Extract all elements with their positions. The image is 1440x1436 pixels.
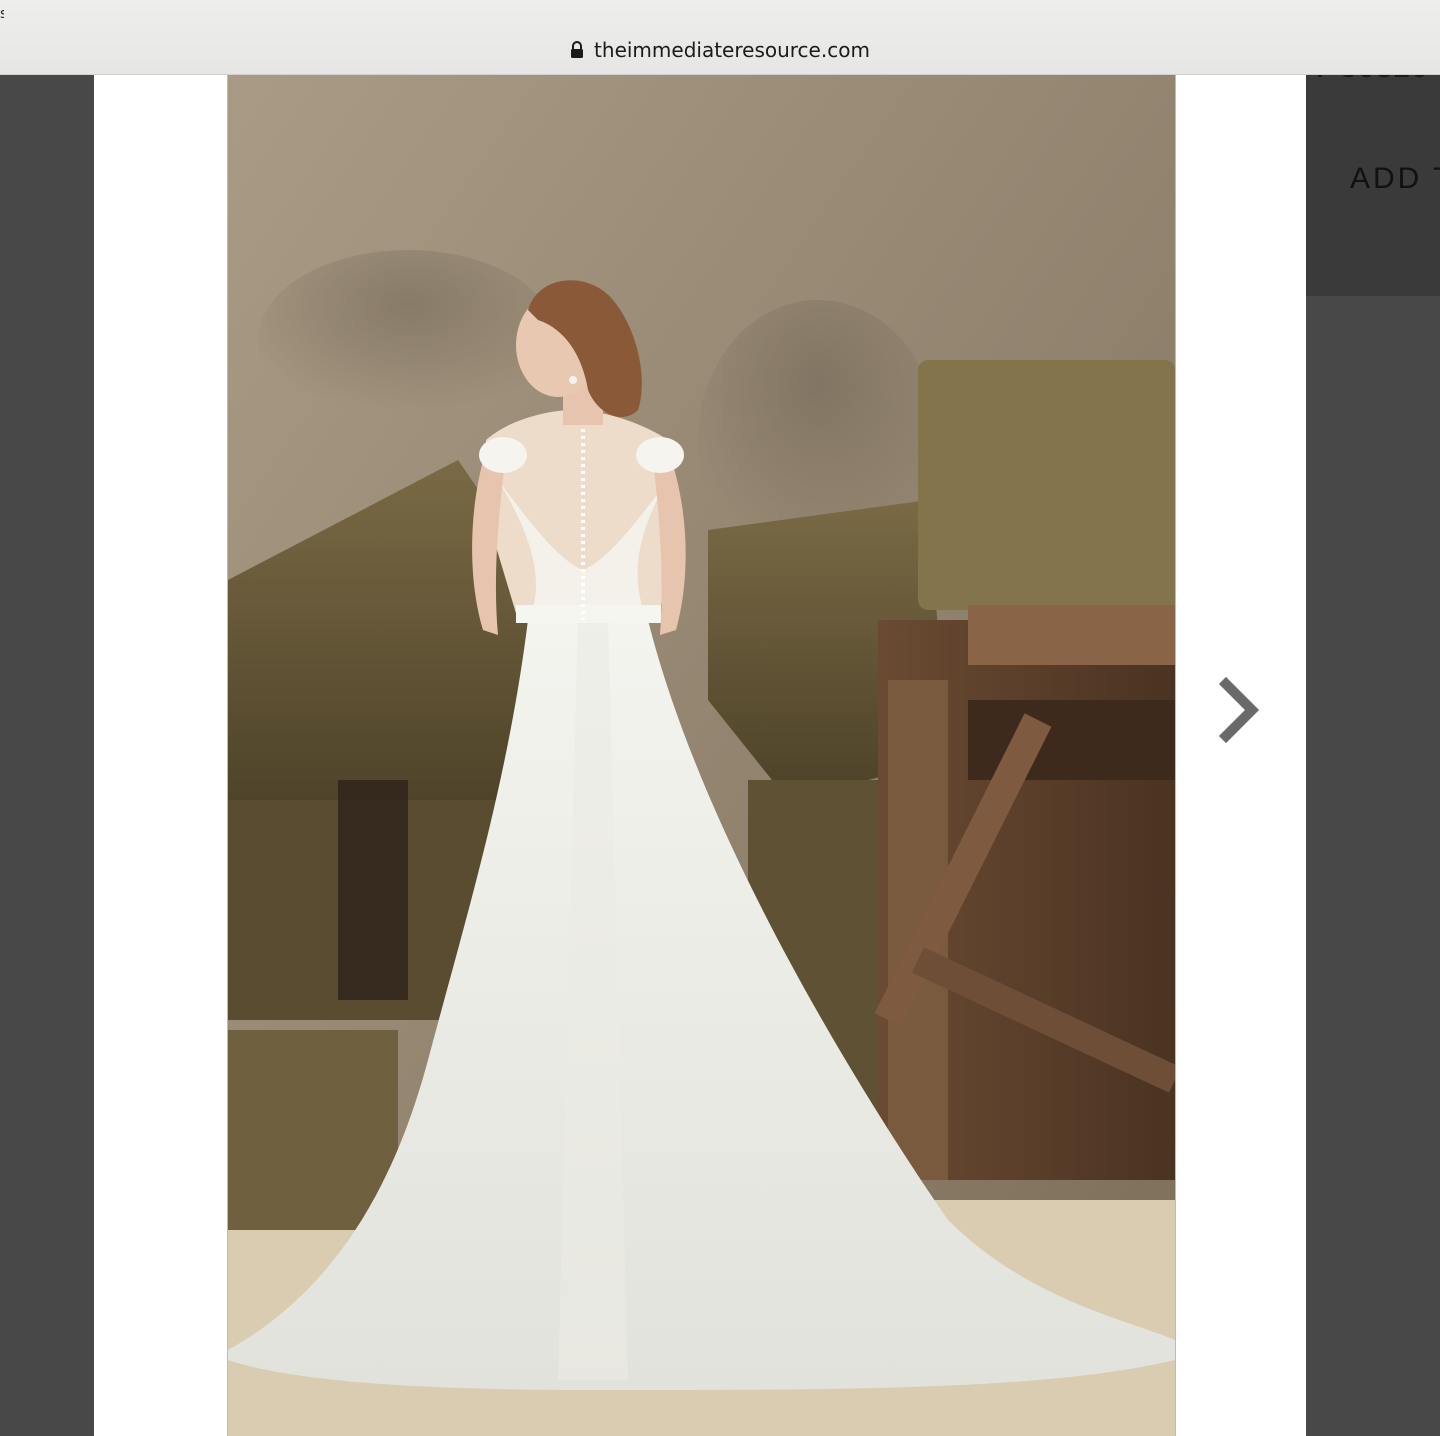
url-field[interactable]: theimmediateresource.com xyxy=(560,30,880,70)
edge-fragment: s xyxy=(0,6,4,22)
next-image-button[interactable] xyxy=(1212,672,1268,748)
image-lightbox xyxy=(94,0,1306,1436)
lock-icon xyxy=(571,41,584,58)
chevron-right-icon xyxy=(1218,676,1260,744)
background-add-to-cart-button[interactable]: ADD T xyxy=(1350,162,1440,196)
url-text: theimmediateresource.com xyxy=(594,38,870,62)
dress-photo xyxy=(227,60,1176,1436)
browser-address-bar[interactable]: s theimmediateresource.com xyxy=(0,0,1440,75)
